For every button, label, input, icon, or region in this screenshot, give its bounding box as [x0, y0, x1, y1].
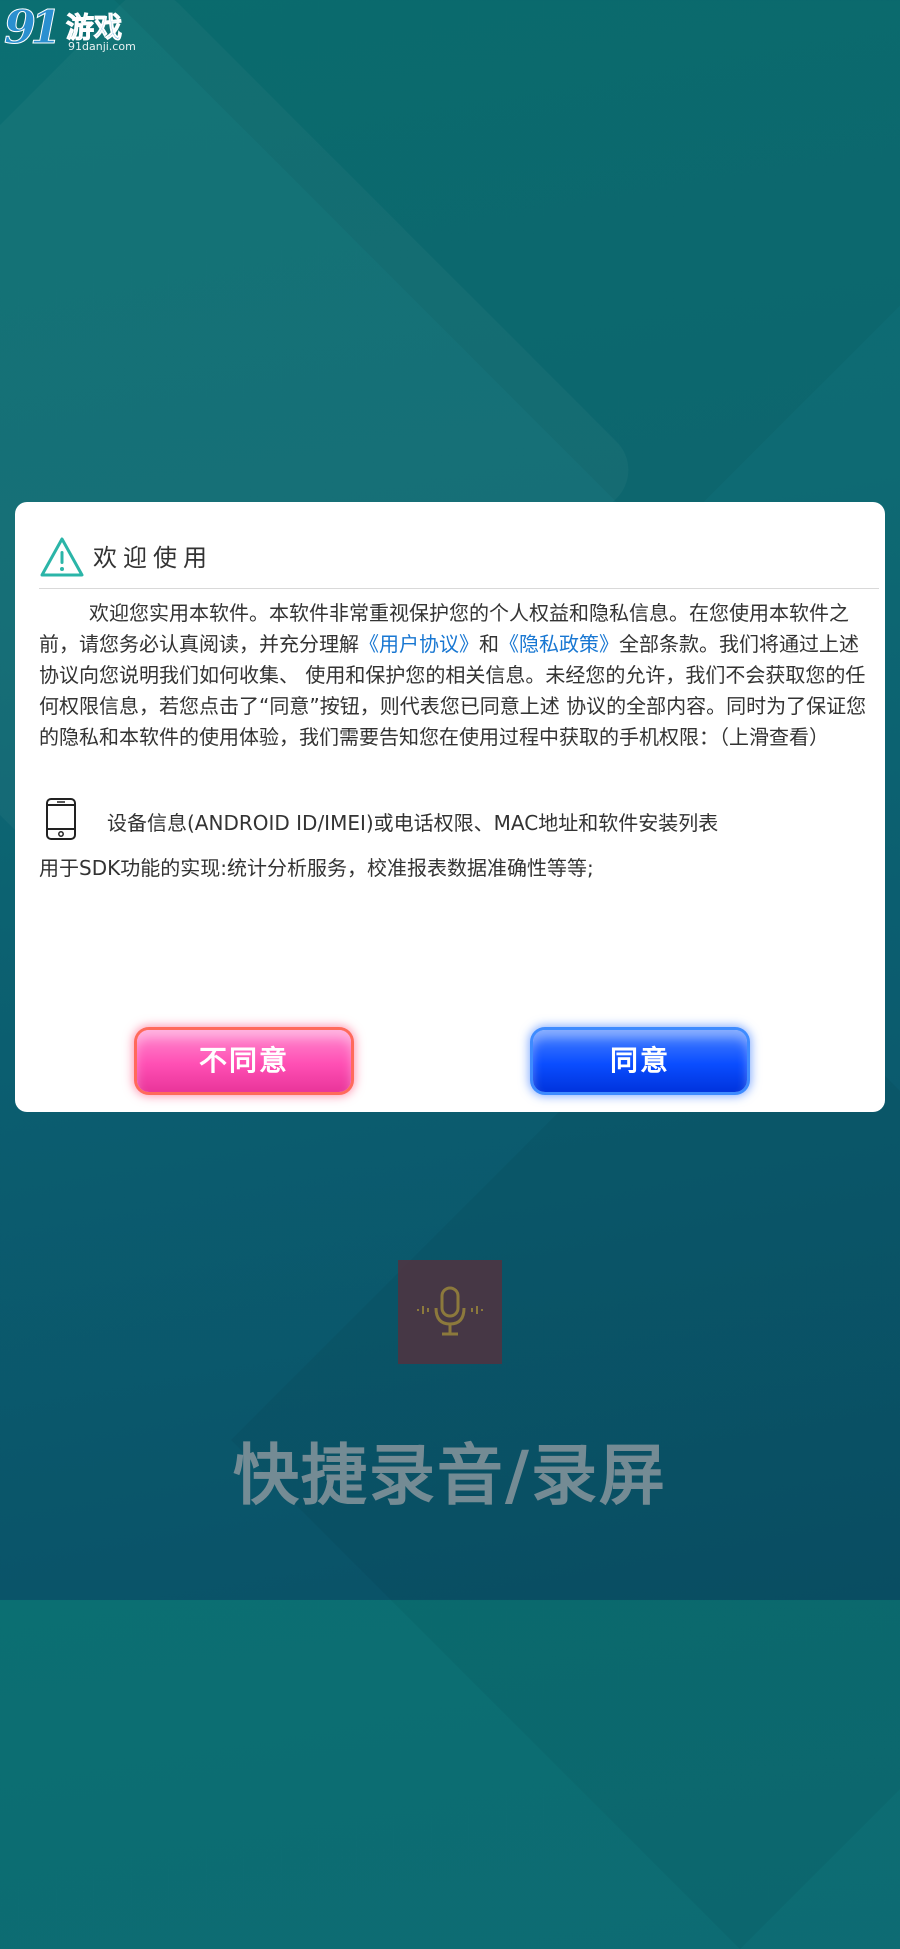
agree-button[interactable]: 同意: [533, 1030, 747, 1092]
warning-icon: [40, 537, 84, 577]
dialog-title: 欢迎使用: [93, 544, 213, 572]
permission-label: 设备信息(ANDROID ID/IMEI)或电话权限、MAC地址和软件安装列表: [107, 811, 719, 835]
decline-button[interactable]: 不同意: [137, 1030, 351, 1092]
watermark-url: 91danji.com: [68, 40, 136, 53]
watermark-number: 91: [3, 0, 62, 55]
app-name: 快捷录音/录屏: [232, 1437, 668, 1514]
and-text: 和: [479, 632, 499, 656]
app-logo: [398, 1260, 502, 1364]
privacy-dialog: 欢迎使用 欢迎您实用本软件。本软件非常重视保护您的个人权益和隐私信息。在您使用本…: [15, 502, 885, 1112]
permission-purpose: 用于SDK功能的实现:统计分析服务，校准报表数据准确性等等;: [39, 856, 594, 880]
background-shape: [94, 0, 900, 546]
phone-icon: [46, 798, 76, 840]
watermark-logo: 91 游戏 91danji.com: [3, 0, 136, 55]
privacy-policy-link[interactable]: 《隐私政策》: [499, 632, 619, 656]
permission-item: 设备信息(ANDROID ID/IMEI)或电话权限、MAC地址和软件安装列表: [39, 797, 877, 847]
dialog-header: 欢迎使用: [39, 532, 879, 589]
microphone-icon: [417, 1286, 483, 1336]
user-agreement-link[interactable]: 《用户协议》: [359, 632, 479, 656]
dialog-body-text: 欢迎您实用本软件。本软件非常重视保护您的个人权益和隐私信息。在您使用本软件之前，…: [39, 598, 877, 753]
